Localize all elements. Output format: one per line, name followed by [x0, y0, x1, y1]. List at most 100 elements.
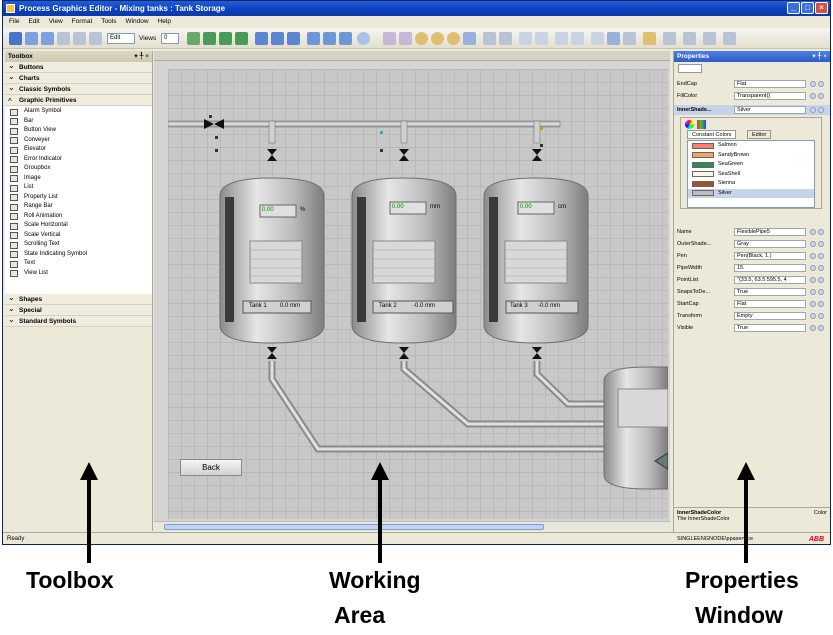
preview-icon[interactable]: [607, 32, 620, 45]
tool-item[interactable]: View List: [5, 269, 152, 279]
feed-valve-left[interactable]: [204, 119, 214, 129]
bring-front-icon[interactable]: [415, 32, 428, 45]
prop-row[interactable]: PointList "{33.5, 63.5 595.5, 4: [674, 275, 830, 285]
reset-icon[interactable]: [818, 107, 824, 113]
prop-row[interactable]: EndCap Flat: [674, 79, 830, 89]
binding-icon[interactable]: [810, 301, 816, 307]
window-icon[interactable]: [683, 32, 696, 45]
tool-item[interactable]: State Indicating Symbol: [5, 250, 152, 260]
ungroup-icon[interactable]: [399, 32, 412, 45]
binding-icon[interactable]: [810, 313, 816, 319]
views-combo[interactable]: 0: [161, 33, 179, 44]
tool-item[interactable]: Button View: [5, 126, 152, 136]
align-bottom-icon[interactable]: [287, 32, 300, 45]
category-buttons[interactable]: Buttons: [5, 60, 152, 73]
category-shapes[interactable]: Shapes: [5, 292, 152, 305]
color-item[interactable]: SandyBrown: [688, 151, 814, 161]
reset-icon[interactable]: [818, 313, 824, 319]
selection-handle[interactable]: [540, 127, 543, 130]
binding-icon[interactable]: [810, 241, 816, 247]
prop-value[interactable]: True: [734, 324, 806, 332]
prop-value[interactable]: 15.: [734, 264, 806, 272]
drawing-canvas[interactable]: 0.00 % Tank 1 0.0 mm 0.00 mm Tank 2 -0.0…: [168, 69, 668, 519]
snap-icon[interactable]: [499, 32, 512, 45]
inlet-valve-1[interactable]: [267, 149, 277, 155]
properties-icon[interactable]: [623, 32, 636, 45]
tank-1[interactable]: [219, 177, 325, 344]
menu-format[interactable]: Format: [72, 16, 93, 28]
selection-handle[interactable]: [215, 149, 218, 152]
pin-icon[interactable]: ▾ ╀ ×: [134, 51, 149, 62]
feed-branch-1[interactable]: [268, 120, 276, 144]
tool-item[interactable]: Scrolling Text: [5, 240, 152, 250]
edit-combo[interactable]: Edit: [107, 33, 135, 44]
category-graphic-primitives[interactable]: Graphic Primitives: [5, 95, 152, 107]
tool-item[interactable]: Property List: [5, 193, 152, 203]
prop-row-selected[interactable]: InnerShade... Silver: [674, 105, 830, 115]
size-both-icon[interactable]: [339, 32, 352, 45]
binding-icon[interactable]: [810, 277, 816, 283]
binding-icon[interactable]: [810, 81, 816, 87]
maximize-button[interactable]: □: [801, 2, 814, 14]
tool-item[interactable]: Groupbox: [5, 164, 152, 174]
prop-row[interactable]: Pen Pen(Black, 1.): [674, 251, 830, 261]
tab-editor[interactable]: Editor: [747, 130, 772, 139]
tool-item[interactable]: Elevator: [5, 145, 152, 155]
prop-value[interactable]: FlexiblePipe5: [734, 228, 806, 236]
menu-tools[interactable]: Tools: [101, 16, 116, 28]
tool-item[interactable]: Conveyer: [5, 136, 152, 146]
prop-value[interactable]: Empty: [734, 312, 806, 320]
layout-5-icon[interactable]: [591, 32, 604, 45]
reset-icon[interactable]: [818, 265, 824, 271]
selection-handle[interactable]: [209, 115, 212, 118]
reset-icon[interactable]: [818, 277, 824, 283]
prop-value[interactable]: Flat: [734, 80, 806, 88]
tool-item[interactable]: Text: [5, 259, 152, 269]
reset-icon[interactable]: [818, 93, 824, 99]
size-height-icon[interactable]: [323, 32, 336, 45]
layout-icon[interactable]: [519, 32, 532, 45]
window-3-icon[interactable]: [723, 32, 736, 45]
minimize-button[interactable]: _: [787, 2, 800, 14]
undo-icon[interactable]: [25, 32, 38, 45]
mixing-tank[interactable]: [603, 366, 668, 490]
window-2-icon[interactable]: [703, 32, 716, 45]
layout-3-icon[interactable]: [555, 32, 568, 45]
tool-item[interactable]: Error Indicator: [5, 155, 152, 165]
grid-icon[interactable]: [483, 32, 496, 45]
binding-icon[interactable]: [810, 289, 816, 295]
tank-3[interactable]: [483, 177, 589, 344]
inlet-valve-2[interactable]: [399, 149, 409, 155]
tool-item[interactable]: Alarm Symbol: [5, 107, 152, 117]
group-icon[interactable]: [383, 32, 396, 45]
back-button[interactable]: Back: [180, 459, 242, 476]
help-icon[interactable]: [643, 32, 656, 45]
prop-row[interactable]: PipeWidth 15.: [674, 263, 830, 273]
category-special[interactable]: Special: [5, 303, 152, 316]
selection-handle[interactable]: [380, 149, 383, 152]
tool-item[interactable]: List: [5, 183, 152, 193]
outlet-valve-1[interactable]: [267, 347, 277, 353]
color-list[interactable]: Salmon SandyBrown SeaGreen SeaShell Sien…: [687, 140, 815, 208]
category-classic-symbols[interactable]: Classic Symbols: [5, 82, 152, 95]
copy-icon[interactable]: [73, 32, 86, 45]
outlet-pipe-2[interactable]: [400, 361, 608, 428]
feed-valve-right[interactable]: [214, 119, 224, 129]
horizontal-scrollbar[interactable]: [154, 521, 670, 531]
prop-row[interactable]: Transform Empty: [674, 311, 830, 321]
tool-item[interactable]: Image: [5, 174, 152, 184]
tool-item[interactable]: Range Bar: [5, 202, 152, 212]
menu-window[interactable]: Window: [125, 16, 148, 28]
menu-file[interactable]: File: [9, 16, 19, 28]
prop-row[interactable]: Name FlexiblePipe5: [674, 227, 830, 237]
tool-item[interactable]: Roll Animation: [5, 212, 152, 222]
align-top-icon[interactable]: [255, 32, 268, 45]
outlet-valve-2[interactable]: [399, 347, 409, 353]
color-item-selected[interactable]: Silver: [688, 188, 814, 198]
binding-icon[interactable]: [810, 265, 816, 271]
color-item[interactable]: SeaGreen: [688, 160, 814, 170]
tool-item[interactable]: Scale Vertical: [5, 231, 152, 241]
feed-branch-3[interactable]: [533, 120, 541, 144]
options-icon[interactable]: [663, 32, 676, 45]
align-left-icon[interactable]: [203, 32, 216, 45]
